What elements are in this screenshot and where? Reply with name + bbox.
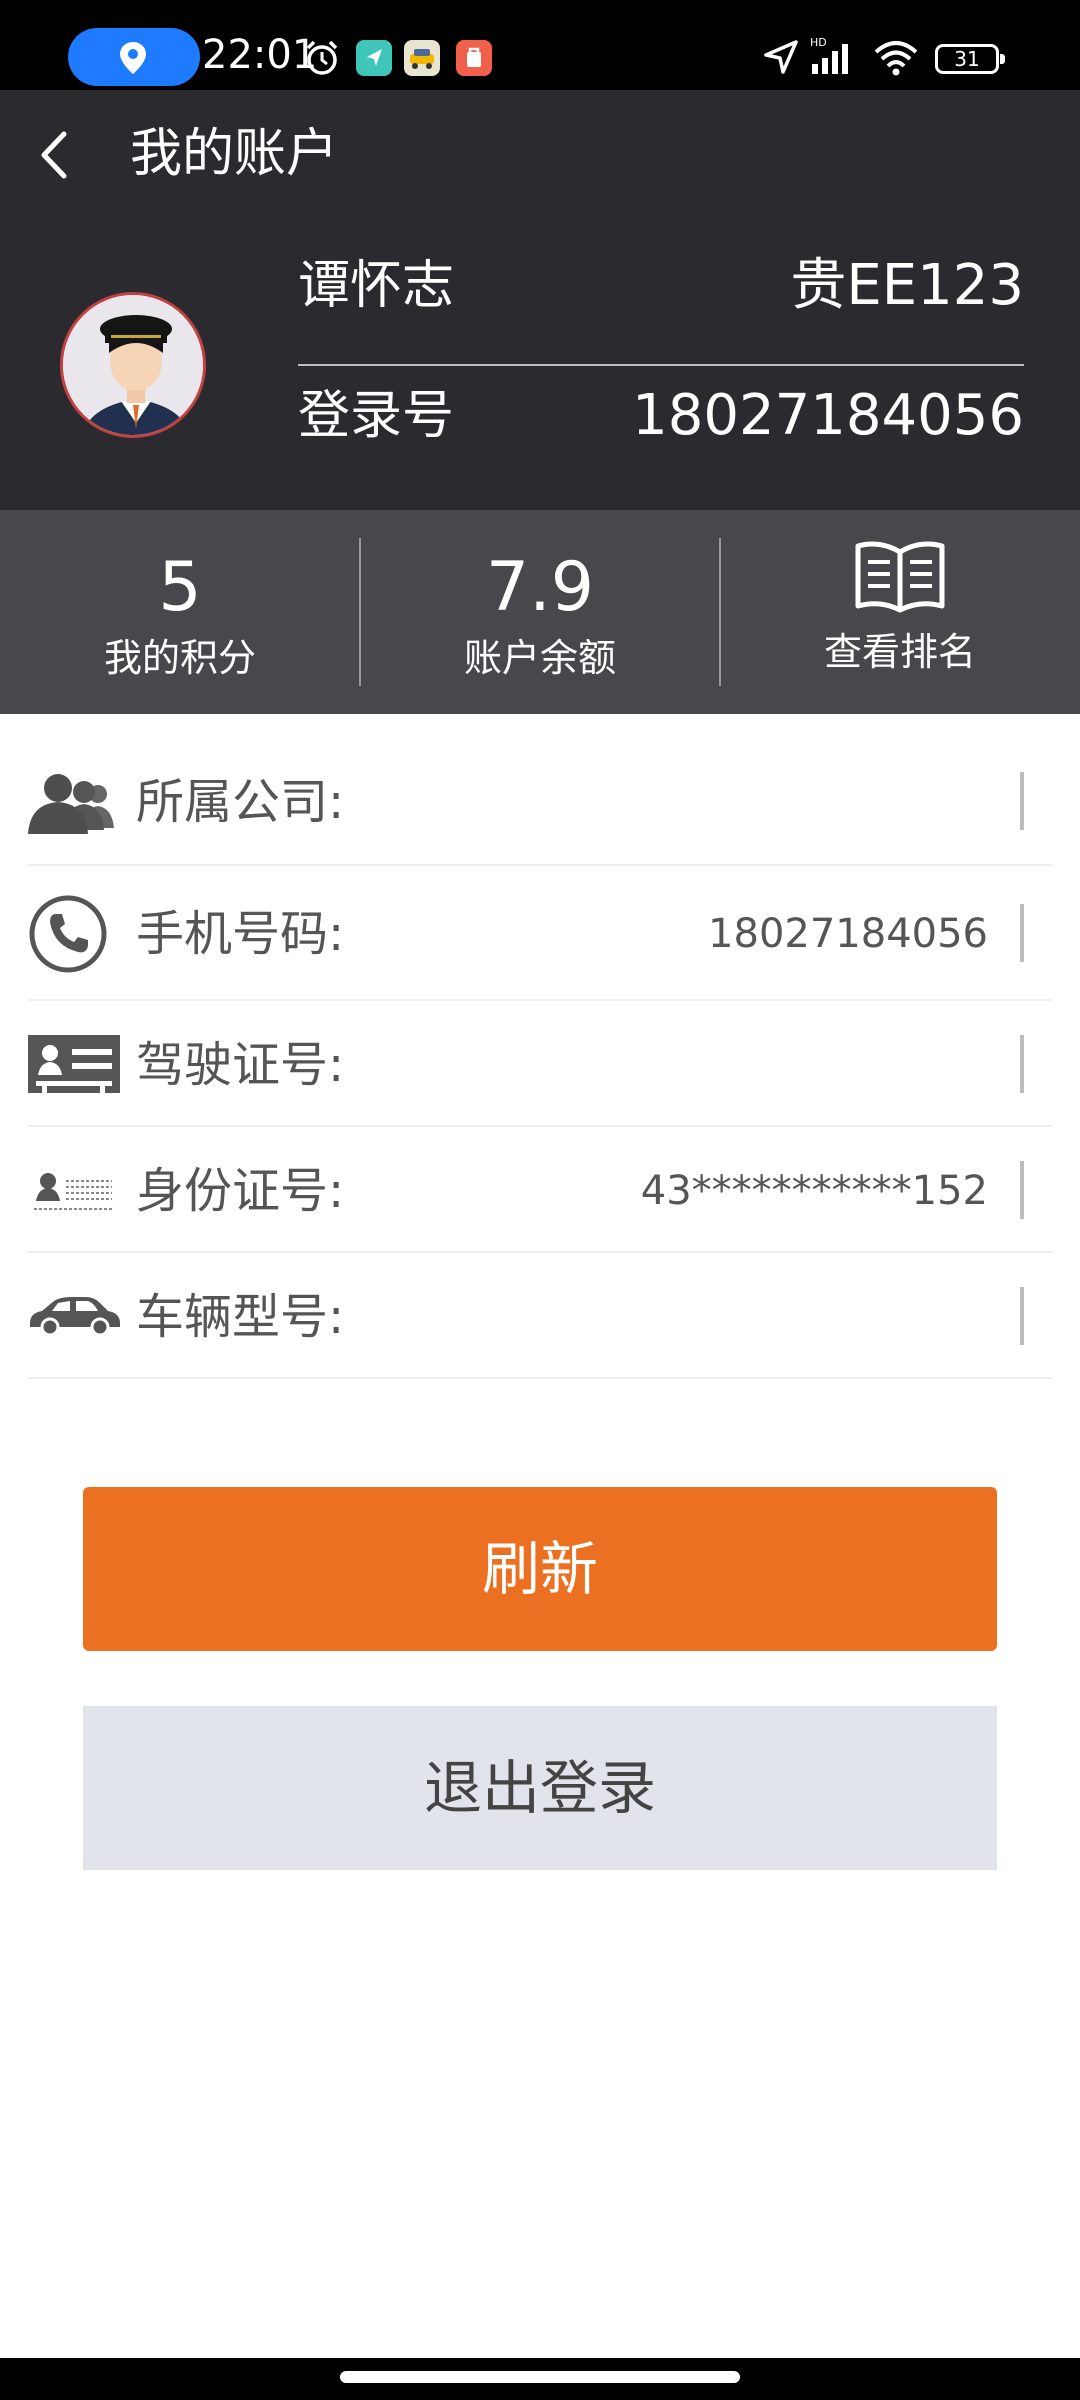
phone-icon (29, 895, 107, 973)
location-arrow-icon (764, 40, 798, 74)
license-card-icon (28, 1035, 120, 1093)
info-bar (1020, 772, 1024, 830)
home-indicator[interactable] (340, 2371, 740, 2383)
points-value: 5 (158, 548, 202, 627)
id-card-icon (34, 1173, 112, 1210)
info-value: 18027184056 (708, 911, 988, 957)
profile-panel: 谭怀志 贵EE123 登录号 18027184056 (0, 220, 1080, 510)
battery-icon: 31 (935, 44, 1005, 74)
page-title: 我的账户 (130, 124, 339, 184)
points-label: 我的积分 (103, 636, 256, 680)
info-row-phone[interactable]: 手机号码: 18027184056 (28, 866, 1052, 1001)
navigation-app-icon (356, 40, 392, 76)
refresh-button[interactable]: 刷新 (83, 1487, 997, 1651)
ranking-label: 查看排名 (823, 630, 976, 674)
info-label: 车辆型号: (136, 1289, 345, 1345)
info-bar (1020, 904, 1024, 962)
driver-avatar (60, 292, 206, 438)
profile-login-row: 登录号 18027184056 (298, 350, 1024, 478)
book-icon (855, 541, 945, 613)
plate-number: 贵EE123 (790, 253, 1024, 318)
logout-button[interactable]: 退出登录 (83, 1706, 997, 1870)
info-value: 43***********152 (640, 1168, 988, 1214)
info-row-idcard[interactable]: 身份证号: 43***********152 (28, 1127, 1052, 1253)
location-pill[interactable] (68, 28, 200, 86)
info-bar (1020, 1035, 1024, 1093)
driver-avatar-icon (63, 295, 203, 435)
store-app-icon (456, 40, 492, 76)
status-time: 22:01 (202, 32, 318, 78)
taxi-app-icon (404, 40, 440, 76)
group-icon (28, 774, 114, 834)
info-label: 驾驶证号: (136, 1037, 345, 1093)
wifi-icon (874, 41, 918, 76)
login-number: 18027184056 (632, 383, 1024, 448)
info-row-company[interactable]: 所属公司: (28, 714, 1052, 866)
hd-signal-icon: HD (810, 36, 848, 74)
balance-stat[interactable]: 7.9 账户余额 (360, 510, 720, 714)
info-row-license[interactable]: 驾驶证号: (28, 1001, 1052, 1127)
driver-name: 谭怀志 (298, 256, 455, 316)
ranking-stat[interactable]: 查看排名 (720, 510, 1080, 714)
balance-label: 账户余额 (463, 636, 616, 680)
info-row-vehicle[interactable]: 车辆型号: (28, 1253, 1052, 1379)
back-button[interactable] (22, 120, 92, 190)
location-pin-icon (120, 42, 146, 74)
system-nav-bar (0, 2358, 1080, 2400)
profile-name-row: 谭怀志 贵EE123 (298, 220, 1024, 348)
car-icon (30, 1297, 120, 1337)
points-stat[interactable]: 5 我的积分 (0, 510, 360, 714)
info-bar (1020, 1161, 1024, 1219)
alarm-icon (306, 40, 338, 75)
info-label: 手机号码: (136, 906, 345, 962)
svg-text:HD: HD (810, 36, 827, 49)
balance-value: 7.9 (485, 548, 595, 627)
info-bar (1020, 1287, 1024, 1345)
app-header: 我的账户 (0, 90, 1080, 220)
stats-bar: 5 我的积分 7.9 账户余额 查看排名 (0, 510, 1080, 714)
info-label: 身份证号: (136, 1163, 345, 1219)
info-label: 所属公司: (136, 774, 345, 830)
status-bar: 22:01 HD 31 (0, 0, 1080, 90)
login-label: 登录号 (298, 386, 455, 446)
chevron-left-icon (41, 131, 67, 179)
